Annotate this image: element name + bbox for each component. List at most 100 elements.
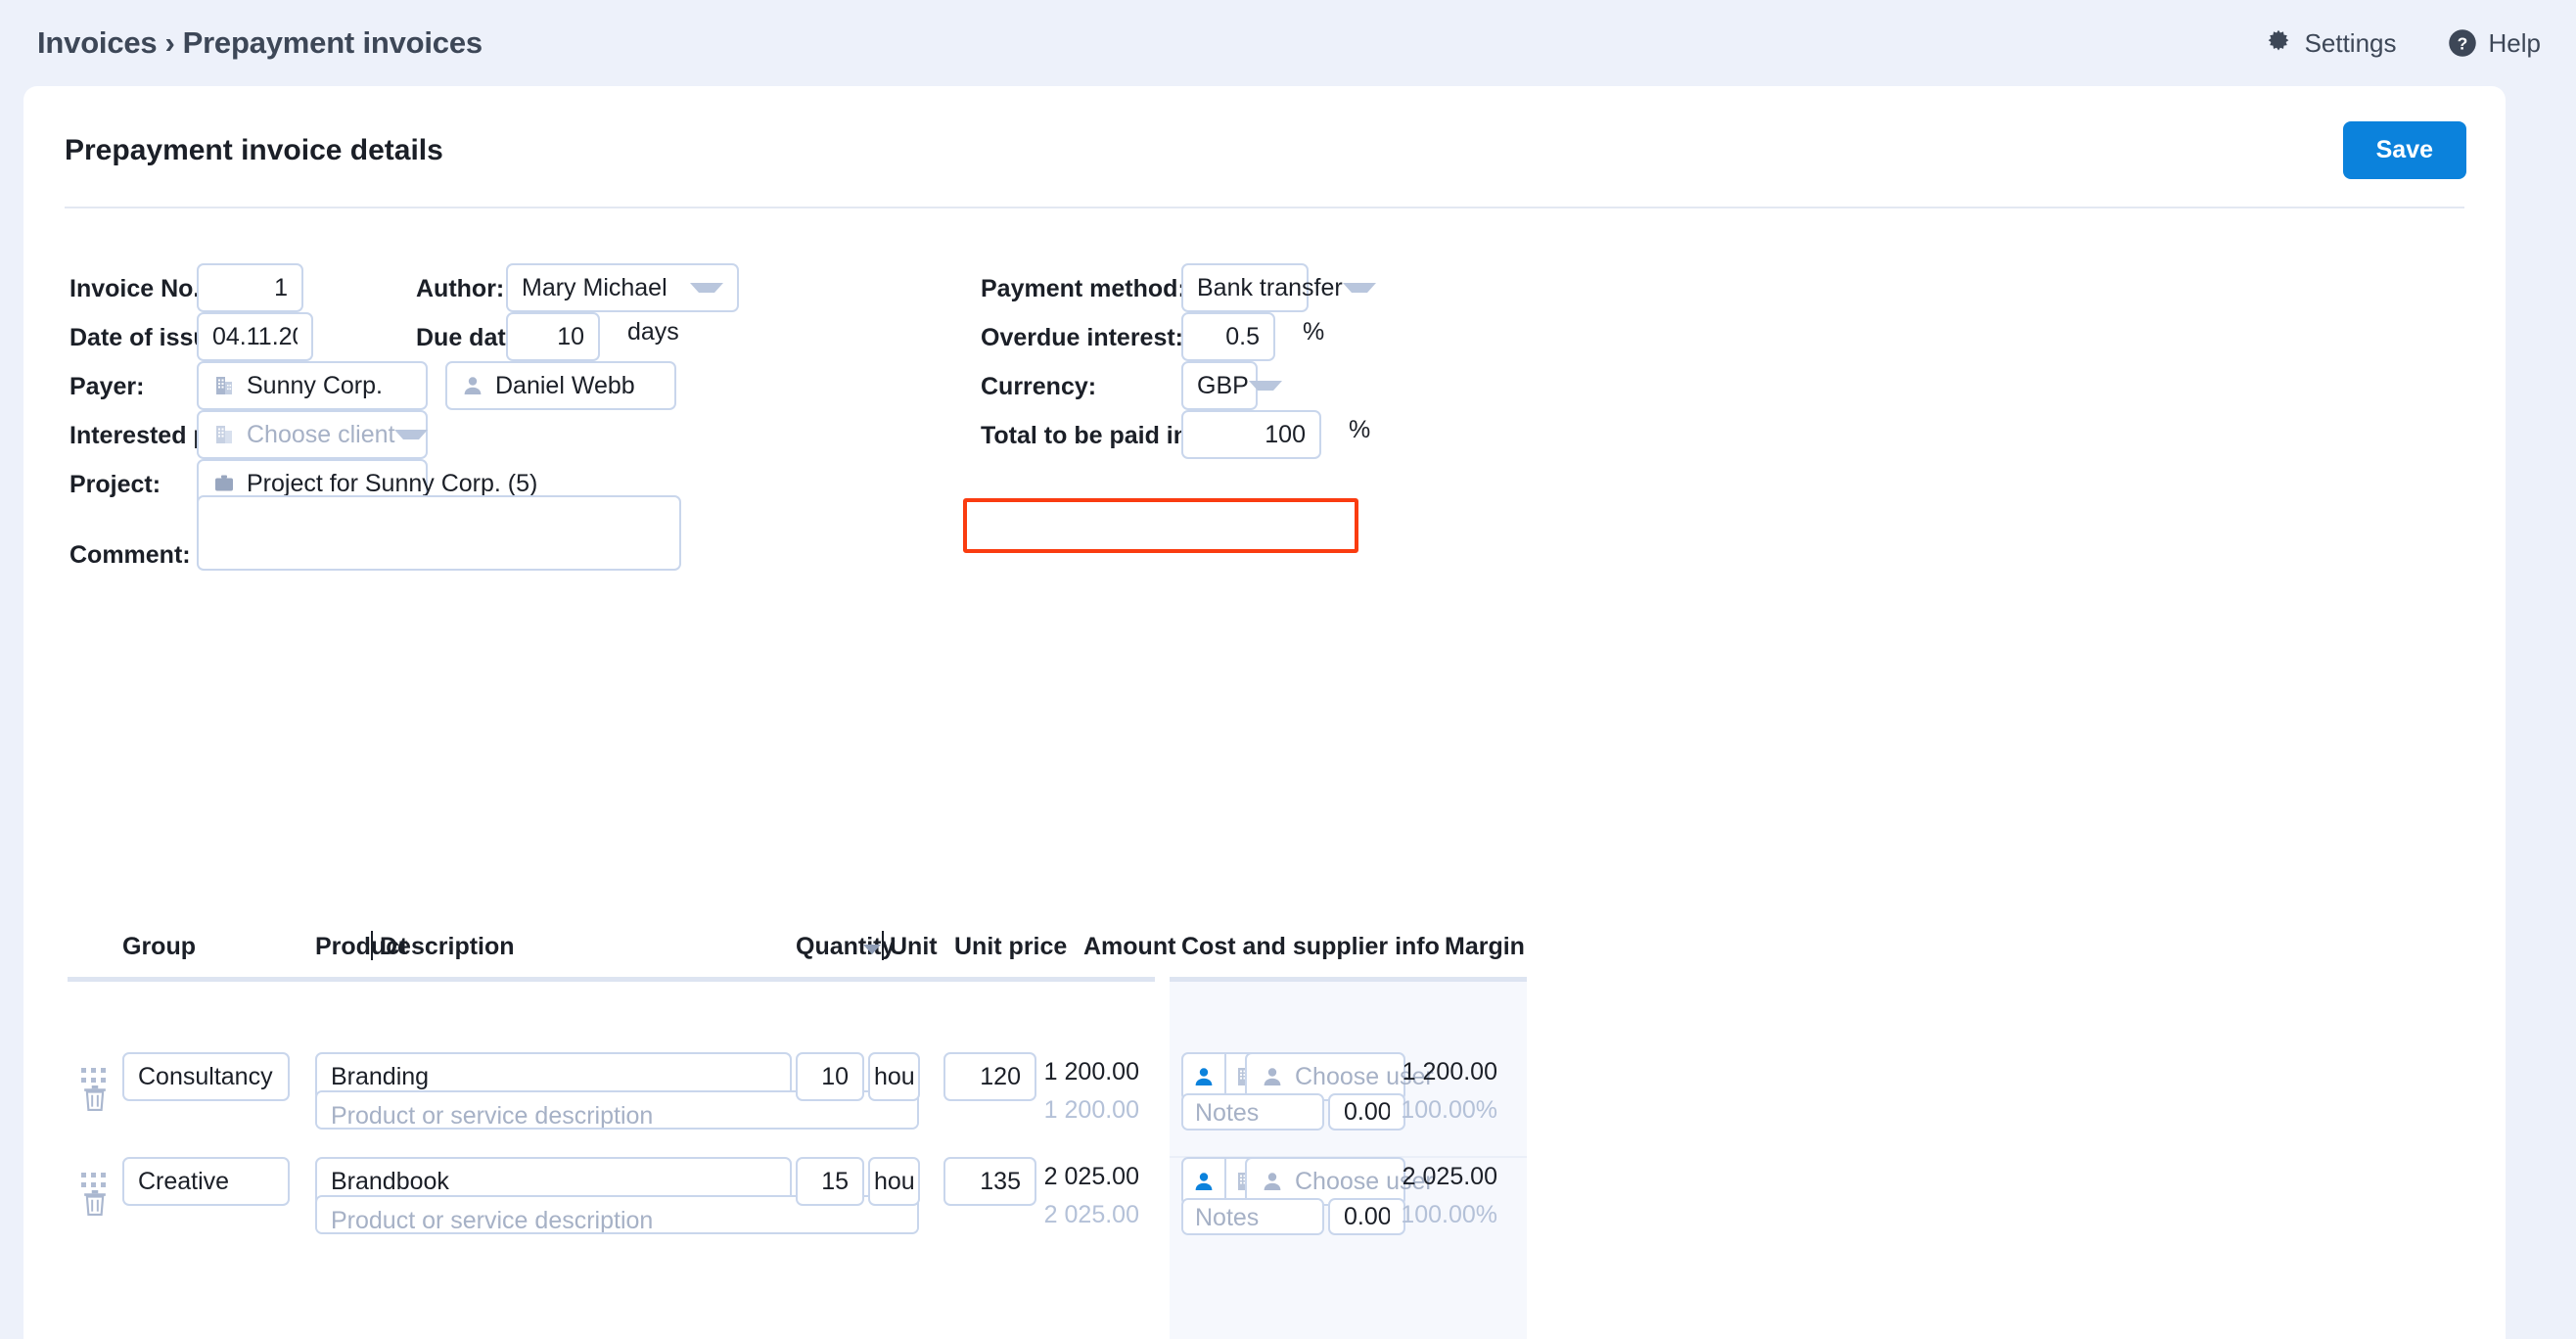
comment-textarea[interactable] <box>197 495 681 571</box>
page-title: Prepayment invoice details <box>65 133 443 166</box>
interested-party-select[interactable]: Choose client <box>197 410 429 459</box>
chevron-down-icon <box>394 430 429 439</box>
payer-field[interactable]: Sunny Corp. <box>197 361 428 410</box>
overdue-interest-label: Overdue interest: <box>981 324 1184 351</box>
help-button[interactable]: ? Help <box>2448 28 2541 59</box>
group-input[interactable] <box>122 1052 290 1101</box>
total-advance-input[interactable] <box>1181 410 1321 459</box>
chevron-down-icon <box>690 283 723 293</box>
payer-value: Sunny Corp. <box>247 371 383 399</box>
notes-textarea[interactable] <box>1181 1198 1324 1235</box>
overdue-interest-input[interactable] <box>1181 312 1275 361</box>
quantity-input[interactable] <box>796 1157 864 1206</box>
interested-party-placeholder: Choose client <box>247 420 395 448</box>
total-advance-highlight <box>963 498 1358 553</box>
currency-select[interactable]: GBP <box>1181 361 1282 410</box>
overdue-interest-label-wrap: Overdue interest: <box>981 324 1183 352</box>
th-unit-price: Unit price <box>954 933 1068 960</box>
trash-icon <box>84 1190 106 1216</box>
table-divider-right <box>1170 977 1527 982</box>
briefcase-icon <box>215 475 233 491</box>
header-pipe-divider-2 <box>882 931 884 960</box>
building-icon <box>216 377 232 394</box>
due-date-suffix: days <box>627 318 679 346</box>
settings-button[interactable]: Settings <box>2264 28 2397 59</box>
breadcrumb-root[interactable]: Invoices <box>37 25 158 60</box>
th-unit: Unit <box>890 933 938 960</box>
trash-icon <box>84 1085 106 1111</box>
unit-input[interactable] <box>868 1157 920 1206</box>
currency-label-wrap: Currency: <box>981 373 1096 401</box>
person-icon <box>1264 1068 1281 1085</box>
payer-label: Payer: <box>69 373 145 400</box>
question-circle-icon: ? <box>2448 29 2476 57</box>
project-value: Project for Sunny Corp. (5) <box>247 469 538 497</box>
margin-percent-value: 100.00% <box>1401 1201 1497 1228</box>
delete-row-button[interactable] <box>82 1188 108 1223</box>
quantity-input[interactable] <box>796 1052 864 1101</box>
currency-label: Currency: <box>981 373 1097 400</box>
margin-value: 1 200.00 <box>1402 1058 1497 1085</box>
overdue-interest-suffix: % <box>1303 318 1325 346</box>
delete-row-button[interactable] <box>82 1084 108 1118</box>
person-icon <box>1264 1173 1281 1190</box>
th-group: Group <box>122 933 196 960</box>
th-margin: Margin <box>1445 933 1525 960</box>
th-amount: Amount <box>1083 933 1176 960</box>
top-bar: Invoices › Prepayment invoices Settings ? … <box>0 0 2576 86</box>
person-icon <box>464 377 482 394</box>
project-label: Project: <box>69 471 161 498</box>
payment-method-select[interactable]: Bank transfer <box>1181 263 1376 312</box>
margin-value: 2 025.00 <box>1402 1163 1497 1190</box>
payer-contact-value: Daniel Webb <box>495 371 635 399</box>
table-divider-left <box>68 977 1155 982</box>
author-label: Author: <box>416 275 505 302</box>
amount-secondary-value: 2 025.00 <box>1043 1201 1139 1228</box>
comment-label-wrap: Comment: <box>69 541 191 570</box>
due-date-input[interactable] <box>506 312 600 361</box>
invoice-no-label: Invoice No.: <box>69 275 208 302</box>
help-label: Help <box>2488 27 2541 58</box>
payment-method-label: Payment method: <box>981 275 1186 302</box>
table-header-row: Group Product Description Quantity Unit … <box>23 923 2506 974</box>
amount-value: 1 200.00 <box>1043 1058 1139 1085</box>
date-of-issue-input[interactable] <box>197 312 313 361</box>
group-input[interactable] <box>122 1157 290 1206</box>
payer-label-wrap: Payer: <box>69 373 144 401</box>
prepayment-invoice-card: Prepayment invoice details Save Invoice … <box>23 86 2506 1339</box>
card-header: Prepayment invoice details Save <box>23 86 2506 179</box>
margin-percent-value: 100.00% <box>1401 1096 1497 1124</box>
invoice-no-input[interactable] <box>197 263 303 312</box>
author-label-wrap: Author: <box>416 275 504 303</box>
drag-handle[interactable] <box>81 1068 106 1083</box>
amount-value: 2 025.00 <box>1043 1163 1139 1190</box>
person-icon <box>1195 1068 1213 1085</box>
unit-input[interactable] <box>868 1052 920 1101</box>
breadcrumb: Invoices › Prepayment invoices <box>37 25 483 61</box>
top-bar-actions: Settings ? Help <box>2264 28 2541 59</box>
breadcrumb-separator: › <box>164 25 175 60</box>
project-label-wrap: Project: <box>69 471 161 499</box>
gear-icon <box>2268 29 2288 51</box>
notes-textarea[interactable] <box>1181 1093 1324 1131</box>
save-button[interactable]: Save <box>2342 121 2466 179</box>
chevron-down-icon <box>1248 381 1282 391</box>
amount-secondary-value: 1 200.00 <box>1043 1096 1139 1124</box>
person-icon <box>1195 1173 1213 1190</box>
svg-text:?: ? <box>2457 34 2467 54</box>
sort-descending-icon[interactable] <box>863 945 881 954</box>
invoice-no-label-wrap: Invoice No.: <box>69 275 208 303</box>
currency-value: GBP <box>1197 371 1249 399</box>
author-select[interactable]: Mary Michael <box>506 263 739 312</box>
th-cost-supplier: Cost and supplier info <box>1181 933 1440 960</box>
drag-handle[interactable] <box>81 1173 106 1187</box>
chevron-down-icon <box>1342 283 1376 293</box>
payer-contact-field[interactable]: Daniel Webb <box>445 361 676 410</box>
total-advance-suffix: % <box>1349 416 1371 443</box>
payment-method-label-wrap: Payment method: <box>981 275 1186 303</box>
settings-label: Settings <box>2304 27 2397 58</box>
comment-label: Comment: <box>69 541 191 569</box>
payment-method-value: Bank transfer <box>1197 273 1343 301</box>
author-value: Mary Michael <box>522 273 667 301</box>
invoice-form: Invoice No.: Author: Mary Michael Paymen… <box>23 208 2506 982</box>
